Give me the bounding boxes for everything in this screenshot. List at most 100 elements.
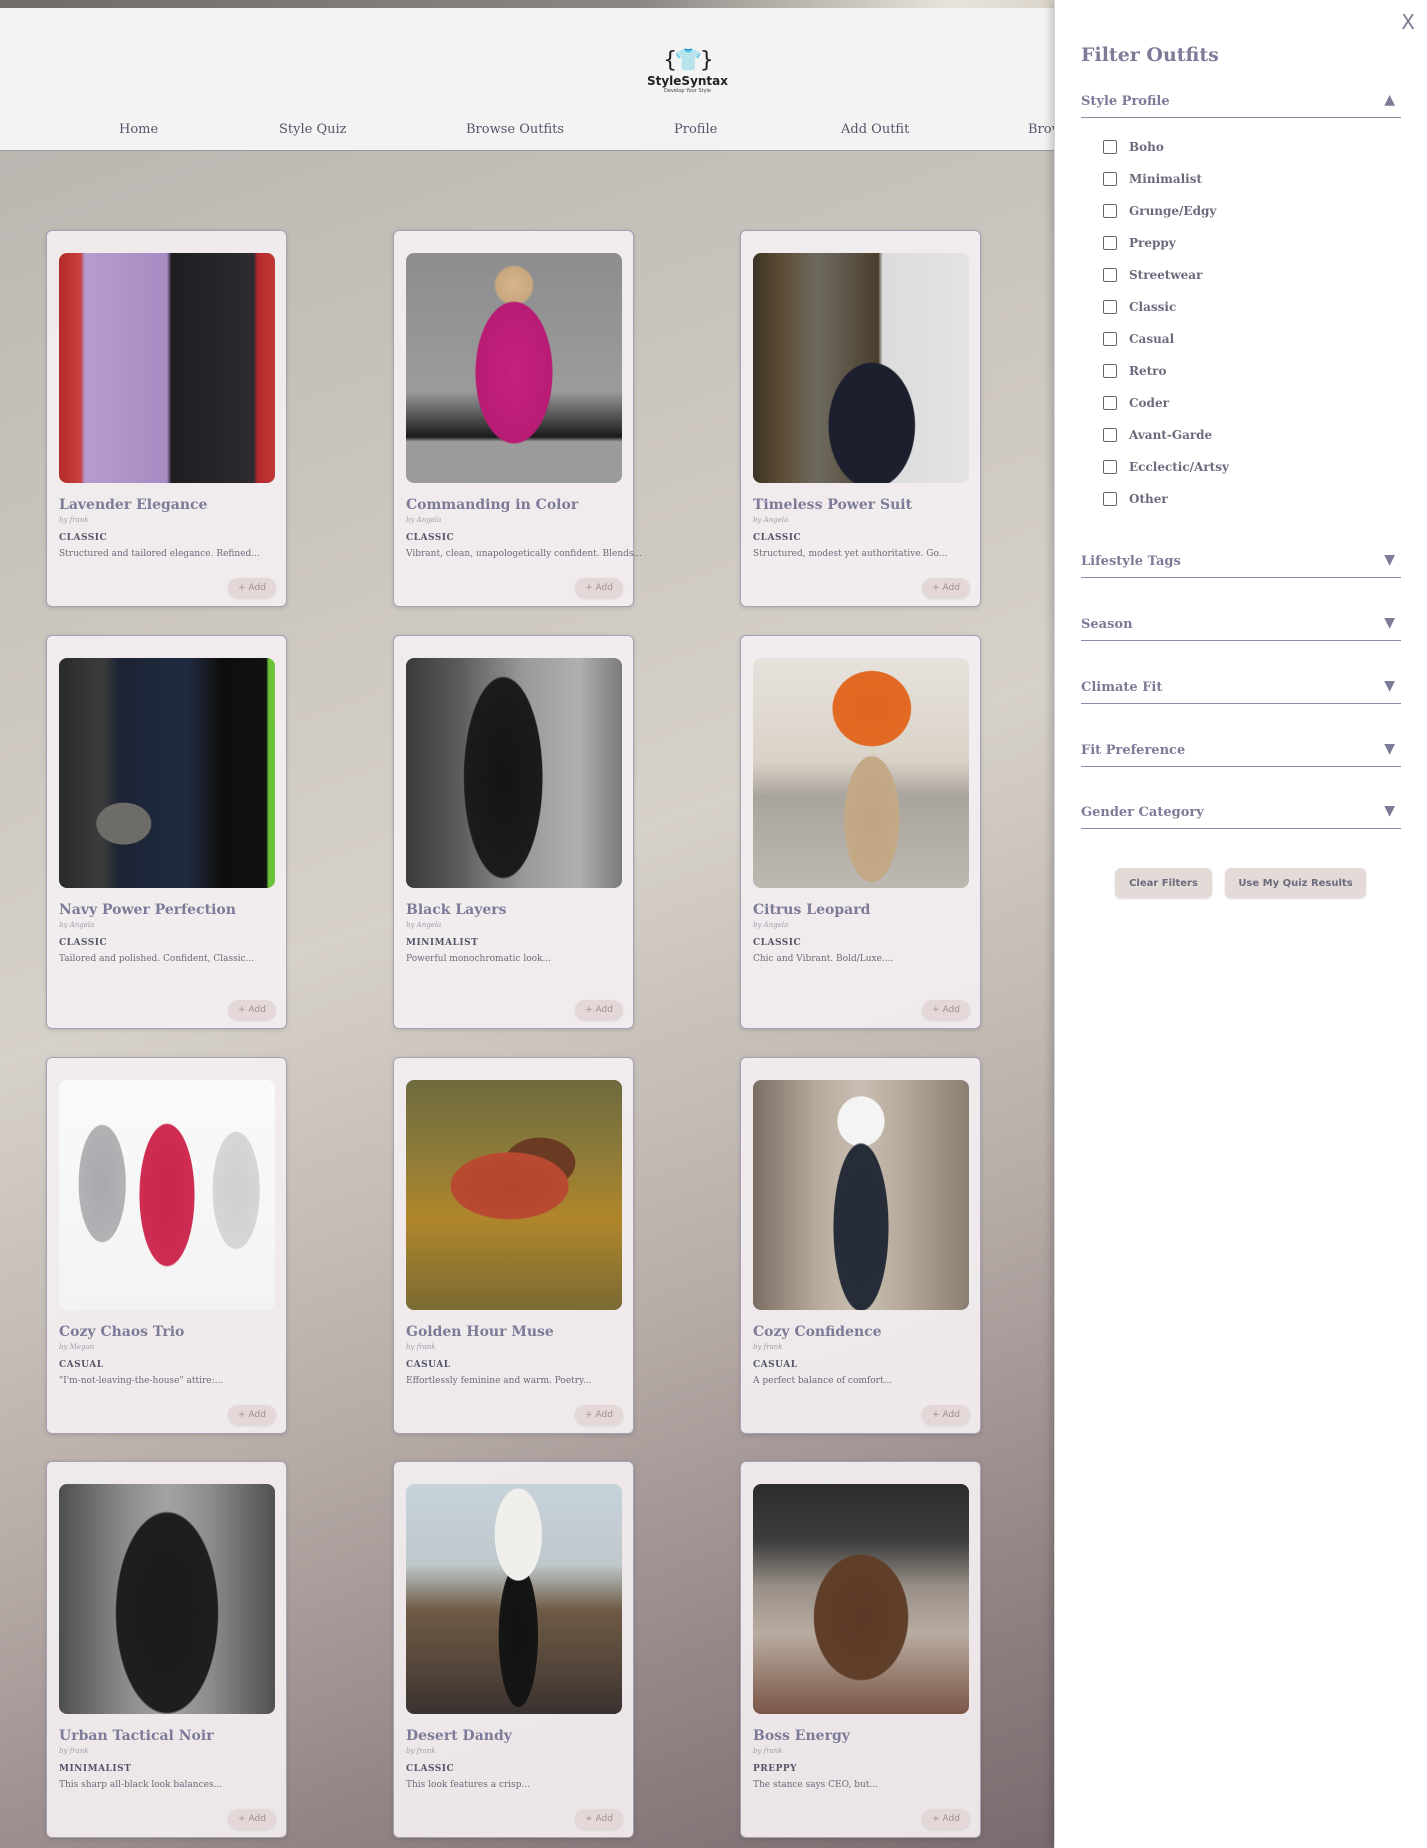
add-button[interactable]: + Add [922,1000,970,1020]
outfit-card[interactable]: Golden Hour Muse by frank CASUAL Effortl… [393,1057,634,1434]
use-quiz-results-button[interactable]: Use My Quiz Results [1225,868,1366,898]
outfit-card[interactable]: Boss Energy by frank PREPPY The stance s… [740,1461,981,1838]
outfit-photo[interactable] [59,1484,275,1714]
checkbox[interactable] [1103,140,1117,154]
add-button[interactable]: + Add [575,1809,623,1829]
outfit-title[interactable]: Cozy Chaos Trio [59,1324,184,1340]
style-tag: CLASSIC [753,533,802,543]
add-button[interactable]: + Add [228,578,276,598]
option-ecclectic-artsy[interactable]: Ecclectic/Artsy [1103,458,1229,476]
outfit-card[interactable]: Commanding in Color by Angela CLASSIC Vi… [393,230,642,607]
nav-browse-outfits[interactable]: Browse Outfits [466,122,564,137]
outfit-card[interactable]: Timeless Power Suit by Angela CLASSIC St… [740,230,981,607]
add-button[interactable]: + Add [922,1405,970,1425]
outfit-photo[interactable] [406,658,622,888]
outfit-title[interactable]: Black Layers [406,902,507,918]
add-button[interactable]: + Add [575,1405,623,1425]
chevron-up-icon: ▲ [1384,92,1395,108]
clear-filters-button[interactable]: Clear Filters [1115,868,1212,898]
checkbox[interactable] [1103,236,1117,250]
add-button[interactable]: + Add [575,578,623,598]
nav-profile[interactable]: Profile [674,122,717,137]
outfit-author: by Angela [753,516,789,524]
outfit-title[interactable]: Golden Hour Muse [406,1324,554,1340]
outfit-title[interactable]: Navy Power Perfection [59,902,236,918]
style-tag: CLASSIC [753,938,802,948]
option-avant-garde[interactable]: Avant-Garde [1103,426,1212,444]
add-button[interactable]: + Add [922,578,970,598]
outfit-card[interactable]: Cozy Chaos Trio by Megan CASUAL "I'm-not… [46,1057,287,1434]
outfit-author: by frank [753,1747,783,1755]
section-gender-category[interactable]: Gender Category ▼ [1081,799,1401,829]
outfit-photo[interactable] [406,1484,622,1714]
outfit-card[interactable]: Lavender Elegance by frank CLASSIC Struc… [46,230,287,607]
outfit-photo[interactable] [406,1080,622,1310]
nav-add-outfit[interactable]: Add Outfit [841,122,909,137]
add-button[interactable]: + Add [228,1809,276,1829]
add-button[interactable]: + Add [922,1809,970,1829]
option-retro[interactable]: Retro [1103,362,1166,380]
style-tag: CASUAL [59,1360,104,1370]
checkbox[interactable] [1103,460,1117,474]
main-nav: Home Style Quiz Browse Outfits Profile A… [0,122,1060,144]
outfit-photo[interactable] [753,253,969,483]
checkbox[interactable] [1103,172,1117,186]
outfit-title[interactable]: Timeless Power Suit [753,497,912,513]
nav-home[interactable]: Home [119,122,158,137]
option-coder[interactable]: Coder [1103,394,1169,412]
section-style-profile[interactable]: Style Profile ▲ [1081,88,1401,118]
outfit-title[interactable]: Lavender Elegance [59,497,207,513]
option-label: Ecclectic/Artsy [1129,460,1229,474]
outfit-card[interactable]: Cozy Confidence by frank CASUAL A perfec… [740,1057,981,1434]
checkbox[interactable] [1103,492,1117,506]
option-classic[interactable]: Classic [1103,298,1176,316]
outfit-photo[interactable] [753,1080,969,1310]
outfit-author: by Angela [406,921,442,929]
outfit-title[interactable]: Boss Energy [753,1728,850,1744]
option-streetwear[interactable]: Streetwear [1103,266,1202,284]
add-button[interactable]: + Add [228,1000,276,1020]
close-icon[interactable]: X [1401,10,1415,34]
outfit-card[interactable]: Navy Power Perfection by Angela CLASSIC … [46,635,287,1029]
outfit-photo[interactable] [59,253,275,483]
chevron-down-icon: ▼ [1384,678,1395,694]
outfit-title[interactable]: Cozy Confidence [753,1324,882,1340]
outfit-photo[interactable] [59,658,275,888]
outfit-photo[interactable] [753,1484,969,1714]
checkbox[interactable] [1103,332,1117,346]
checkbox[interactable] [1103,268,1117,282]
option-other[interactable]: Other [1103,490,1168,508]
outfit-title[interactable]: Desert Dandy [406,1728,512,1744]
add-button[interactable]: + Add [228,1405,276,1425]
outfit-author: by Megan [59,1343,95,1351]
outfit-card[interactable]: Urban Tactical Noir by frank MINIMALIST … [46,1461,287,1838]
section-lifestyle-tags[interactable]: Lifestyle Tags ▼ [1081,548,1401,578]
option-label: Coder [1129,396,1169,410]
checkbox[interactable] [1103,204,1117,218]
outfit-card[interactable]: Citrus Leopard by Angela CLASSIC Chic an… [740,635,981,1029]
nav-style-quiz[interactable]: Style Quiz [279,122,347,137]
checkbox[interactable] [1103,364,1117,378]
checkbox[interactable] [1103,428,1117,442]
section-season[interactable]: Season ▼ [1081,611,1401,641]
option-grunge-edgy[interactable]: Grunge/Edgy [1103,202,1216,220]
outfit-title[interactable]: Citrus Leopard [753,902,870,918]
option-casual[interactable]: Casual [1103,330,1174,348]
section-fit-preference[interactable]: Fit Preference ▼ [1081,737,1401,767]
section-climate-fit[interactable]: Climate Fit ▼ [1081,674,1401,704]
outfit-title[interactable]: Urban Tactical Noir [59,1728,214,1744]
outfit-description: Structured and tailored elegance. Refine… [59,549,260,559]
add-button[interactable]: + Add [575,1000,623,1020]
outfit-card[interactable]: Desert Dandy by frank CLASSIC This look … [393,1461,634,1838]
option-boho[interactable]: Boho [1103,138,1164,156]
option-minimalist[interactable]: Minimalist [1103,170,1202,188]
outfit-title[interactable]: Commanding in Color [406,497,578,513]
option-preppy[interactable]: Preppy [1103,234,1176,252]
outfit-photo[interactable] [406,253,622,483]
outfit-photo[interactable] [753,658,969,888]
checkbox[interactable] [1103,396,1117,410]
checkbox[interactable] [1103,300,1117,314]
outfit-photo[interactable] [59,1080,275,1310]
outfit-card[interactable]: Black Layers by Angela MINIMALIST Powerf… [393,635,634,1029]
logo[interactable]: {👕} StyleSyntax Develop Your Style [635,48,740,108]
